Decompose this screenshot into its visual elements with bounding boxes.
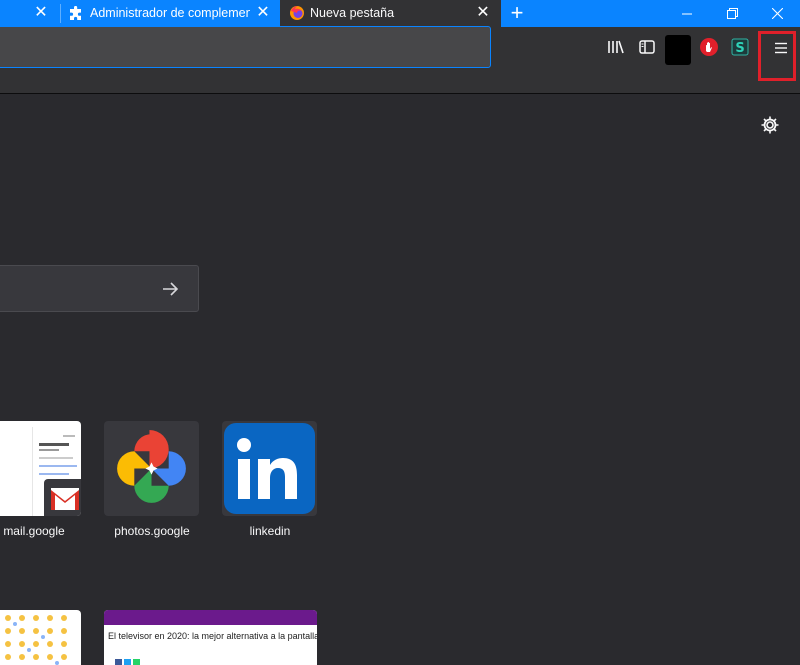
extension-adblock-button[interactable]	[698, 36, 720, 58]
tab-title: Administrador de complement	[90, 6, 250, 20]
preview-line	[39, 465, 77, 467]
share-icon	[133, 659, 140, 665]
tile-label: mail.google	[3, 524, 65, 538]
sidebar-icon	[639, 40, 655, 54]
menu-highlight-box	[758, 31, 796, 81]
gmail-icon	[51, 488, 79, 510]
tab-close-icon[interactable]: ✕	[474, 4, 492, 22]
preview-line	[63, 435, 75, 437]
tab-close-icon[interactable]: ✕	[32, 4, 50, 22]
url-bar[interactable]	[0, 26, 491, 68]
tab-title: Nueva pestaña	[310, 6, 395, 20]
library-icon	[608, 40, 624, 54]
minimize-button[interactable]	[664, 0, 710, 27]
top-site-linkedin[interactable]	[222, 421, 317, 516]
top-site-photos-google[interactable]	[104, 421, 199, 516]
extension-s-button[interactable]: S	[729, 36, 751, 58]
close-icon	[771, 8, 783, 19]
nav-toolbar: S	[0, 26, 800, 94]
preview-line	[39, 443, 69, 446]
linkedin-in-icon	[237, 438, 297, 499]
tab-addons-manager[interactable]: Administrador de complement ✕	[61, 0, 280, 27]
linkedin-logo-icon	[224, 423, 315, 514]
close-window-button[interactable]	[754, 0, 800, 27]
preview-line	[39, 473, 69, 475]
top-site-emoji-page[interactable]	[0, 610, 81, 665]
firefox-logo-icon	[290, 6, 304, 20]
preview-line	[39, 457, 73, 459]
top-site-mail-google[interactable]	[0, 421, 81, 516]
library-button[interactable]	[605, 36, 627, 58]
tile-label: linkedin	[249, 524, 291, 538]
extension-button[interactable]	[665, 35, 691, 65]
tile-label: photos.google	[114, 524, 190, 538]
share-icon	[115, 659, 122, 665]
minimize-icon	[682, 13, 692, 14]
share-icon	[124, 659, 131, 665]
restore-icon	[726, 8, 738, 19]
stop-hand-icon	[700, 38, 718, 56]
tab-new-tab[interactable]: Nueva pestaña ✕	[280, 0, 501, 27]
tab-strip: ✕ Administrador de complement ✕ Nueva pe…	[0, 0, 800, 27]
gmail-favicon	[44, 479, 81, 516]
new-tab-button[interactable]: +	[506, 2, 528, 24]
tab-close-icon[interactable]: ✕	[254, 4, 272, 22]
google-photos-pinwheel-icon	[117, 430, 186, 503]
emoji-grid-preview	[5, 615, 67, 665]
arrow-right-icon[interactable]	[160, 279, 180, 299]
sidebar-button[interactable]	[636, 36, 658, 58]
gear-icon[interactable]	[760, 115, 780, 135]
article-headline: El televisor en 2020: la mejor alternati…	[108, 631, 317, 641]
svg-text:S: S	[735, 41, 744, 56]
restore-button[interactable]	[709, 0, 755, 27]
article-header-bar	[104, 610, 317, 625]
s-letter-icon: S	[731, 38, 749, 56]
puzzle-piece-icon	[70, 6, 81, 20]
search-box[interactable]	[0, 265, 199, 312]
preview-line	[39, 449, 59, 451]
top-site-article[interactable]: El televisor en 2020: la mejor alternati…	[104, 610, 317, 665]
